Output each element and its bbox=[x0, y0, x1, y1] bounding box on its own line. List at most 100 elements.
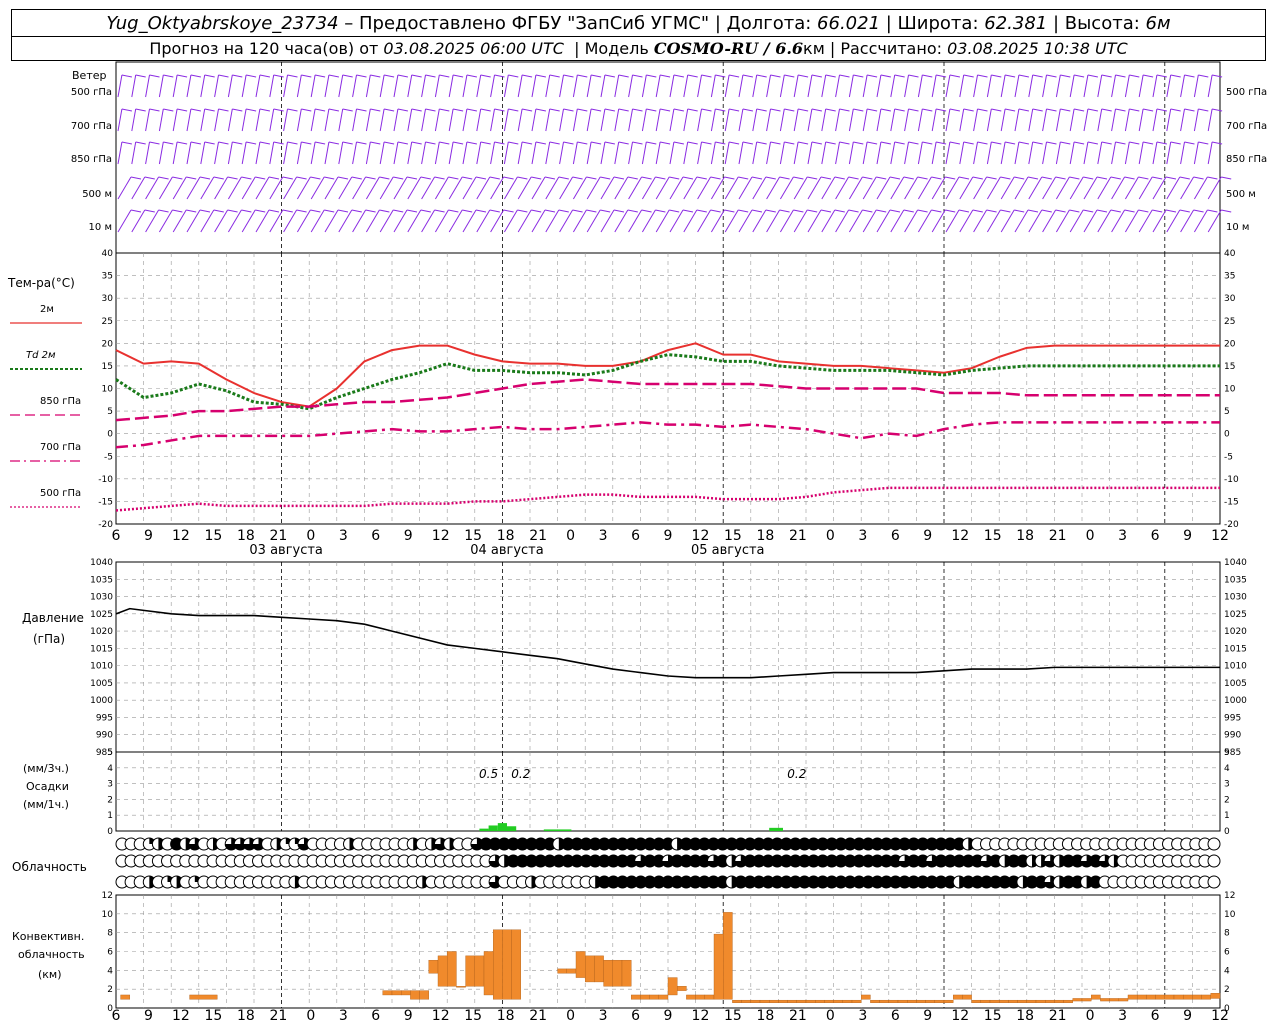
wind-barb-flag bbox=[1184, 108, 1195, 112]
wind-barb bbox=[904, 74, 909, 98]
temp-tick-right: -5 bbox=[1224, 452, 1233, 462]
wind-barb bbox=[379, 141, 385, 165]
wind-barb bbox=[227, 141, 233, 165]
wind-barb bbox=[227, 74, 233, 98]
conv-cloud-bar bbox=[474, 955, 485, 987]
conv-cloud-bar bbox=[511, 929, 522, 1000]
wind-barb bbox=[586, 209, 601, 233]
wind-level-left: 10 м bbox=[89, 222, 112, 233]
wind-barb-flag bbox=[600, 209, 611, 213]
wind-barb-flag bbox=[1156, 141, 1167, 145]
wind-barb bbox=[614, 176, 629, 200]
wind-barb-flag bbox=[641, 176, 652, 180]
conv-tick-left: 8 bbox=[107, 929, 113, 939]
conv-cloud-bar bbox=[575, 951, 586, 978]
conv-cloud-bar bbox=[750, 999, 761, 1003]
conv-cloud-bar bbox=[943, 999, 954, 1003]
wind-barb-flag bbox=[199, 176, 211, 180]
wind-barb-flag bbox=[1129, 108, 1140, 112]
conv-cloud-bar bbox=[695, 994, 705, 1000]
conv-x-tick: 12 bbox=[432, 1008, 450, 1024]
wind-barb bbox=[186, 209, 201, 233]
wind-barb-flag bbox=[1115, 141, 1126, 145]
wind-barb-flag bbox=[991, 108, 1002, 112]
conv-x-tick: 15 bbox=[724, 1008, 742, 1024]
wind-barb-flag bbox=[149, 141, 160, 145]
wind-barb-flag bbox=[922, 108, 933, 112]
wind-barb-flag bbox=[572, 176, 583, 180]
conv-cloud-bar bbox=[585, 955, 595, 983]
cloud-cover-symbol bbox=[1207, 837, 1221, 851]
wind-barb-flag bbox=[301, 108, 312, 112]
wind-barb bbox=[890, 141, 896, 165]
wind-barb-flag bbox=[742, 141, 753, 145]
wind-barb bbox=[655, 141, 661, 165]
wind-barb-flag bbox=[1014, 209, 1025, 213]
wind-barb-flag bbox=[1041, 176, 1052, 180]
wind-barb bbox=[697, 176, 712, 200]
wind-barb-flag bbox=[393, 176, 404, 180]
wind-barb-flag bbox=[130, 209, 142, 213]
wind-barb-flag bbox=[1018, 74, 1029, 78]
temp-x-tick: 12 bbox=[1211, 528, 1229, 544]
wind-barb-flag bbox=[397, 141, 408, 145]
wind-barb-flag bbox=[121, 141, 132, 145]
conv-cloud-bar bbox=[713, 933, 724, 1000]
wind-barb bbox=[1166, 176, 1181, 200]
conv-cloud-bar bbox=[805, 999, 816, 1003]
wind-barb bbox=[835, 209, 850, 233]
wind-barb-flag bbox=[296, 176, 307, 180]
pressure-tick-left: 1040 bbox=[90, 558, 113, 568]
wind-barb-flag bbox=[328, 141, 339, 145]
wind-barb-flag bbox=[1221, 176, 1232, 180]
wind-barb-flag bbox=[158, 209, 169, 213]
wind-barb-flag bbox=[853, 108, 864, 112]
wind-barb-flag bbox=[268, 176, 280, 180]
wind-barb bbox=[1069, 108, 1075, 132]
conv-cloud-bar bbox=[888, 999, 899, 1003]
pressure-tick-right: 1010 bbox=[1224, 662, 1247, 672]
wind-barb-flag bbox=[186, 176, 197, 180]
conv-x-tick: 12 bbox=[951, 1008, 969, 1024]
wind-barb-flag bbox=[660, 74, 671, 78]
wind-barb-flag bbox=[1046, 141, 1057, 145]
cloud-cover-symbol bbox=[1207, 875, 1221, 889]
wind-barb bbox=[255, 108, 261, 132]
temp-tick-left: 0 bbox=[107, 430, 113, 440]
wind-barb bbox=[241, 141, 247, 165]
wind-barb bbox=[1207, 176, 1222, 200]
conv-cloud-bar bbox=[1100, 998, 1110, 1002]
wind-barb-flag bbox=[908, 141, 919, 145]
wind-barb bbox=[214, 141, 219, 165]
wind-barb bbox=[973, 108, 978, 132]
temp-x-tick: 0 bbox=[566, 528, 575, 544]
wind-barb bbox=[1138, 176, 1153, 200]
wind-barb-flag bbox=[811, 141, 822, 145]
wind-barb-flag bbox=[600, 176, 611, 180]
wind-barb-flag bbox=[315, 74, 326, 78]
wind-barb bbox=[1166, 74, 1172, 98]
wind-barb-flag bbox=[1027, 209, 1039, 213]
wind-barb bbox=[476, 176, 491, 200]
pressure-tick-left: 1020 bbox=[90, 627, 113, 637]
wind-barb bbox=[793, 108, 799, 132]
wind-barb bbox=[655, 108, 661, 132]
wind-barb bbox=[986, 209, 1001, 233]
wind-barb bbox=[241, 108, 247, 132]
wind-barb-flag bbox=[351, 209, 362, 213]
precip-bar bbox=[479, 828, 489, 831]
wind-barb-flag bbox=[798, 141, 809, 145]
wind-barb-flag bbox=[351, 176, 362, 180]
wind-barb bbox=[310, 74, 316, 98]
wind-barb bbox=[669, 141, 675, 165]
wind-barb bbox=[724, 209, 739, 233]
wind-barb bbox=[890, 74, 896, 98]
wind-barb bbox=[586, 108, 592, 132]
precip-tick-left: 4 bbox=[107, 764, 113, 774]
wind-barb bbox=[145, 209, 160, 233]
wind-barb bbox=[848, 74, 854, 98]
wind-barb bbox=[917, 141, 923, 165]
wind-barb bbox=[779, 209, 794, 233]
wind-barb-flag bbox=[549, 74, 560, 78]
wind-barb-flag bbox=[522, 141, 533, 145]
